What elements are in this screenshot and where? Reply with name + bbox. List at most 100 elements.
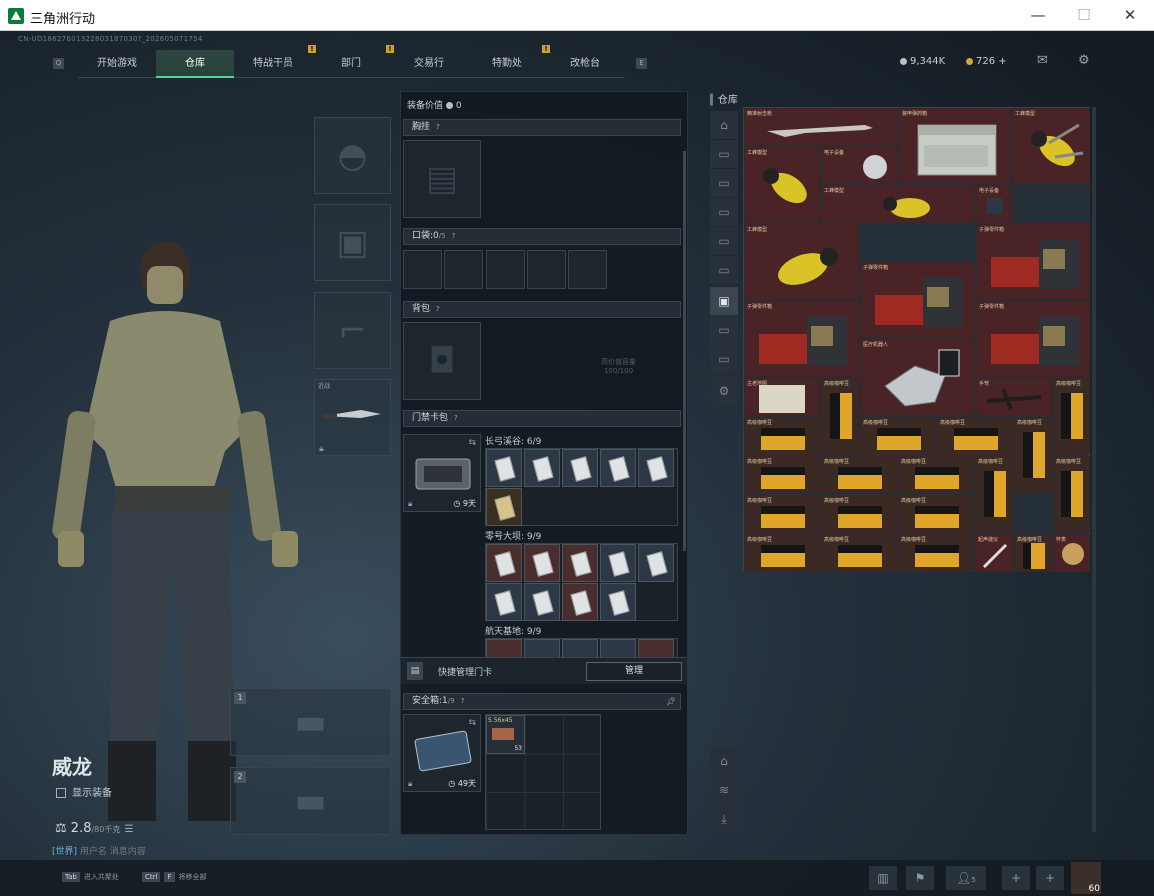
warehouse-item[interactable]: 高级咖啡豆	[898, 456, 974, 494]
warehouse-item[interactable]: 高级咖啡豆	[1053, 378, 1090, 454]
warehouse-tab-ammo[interactable]: ▭	[710, 198, 738, 226]
pocket-slot[interactable]	[568, 250, 607, 289]
list-icon[interactable]: ☰	[125, 824, 134, 835]
warehouse-layers-icon[interactable]: ≋	[710, 776, 738, 804]
tab-operators[interactable]: 特战干员!	[234, 45, 316, 78]
maximize-button[interactable]: ☐	[1061, 0, 1107, 31]
warehouse-item[interactable]: 装甲弹药箱	[899, 108, 1011, 184]
warehouse-tab-keys[interactable]: ▭	[710, 316, 738, 344]
warehouse-tab-misc[interactable]: ▭	[710, 345, 738, 373]
warehouse-item[interactable]: 高级咖啡豆	[744, 417, 820, 455]
tab-trading[interactable]: 交易行	[390, 50, 468, 78]
warehouse-item[interactable]: 工蜂模型	[744, 224, 859, 300]
settings-gear-icon[interactable]: ⚙	[1078, 53, 1090, 68]
tab-department[interactable]: 部门!	[312, 45, 394, 78]
warehouse-item[interactable]: 电子设备	[976, 185, 1011, 223]
help-icon[interactable]: ?	[436, 305, 440, 313]
warehouse-item[interactable]: 工蜂模型	[1012, 108, 1090, 184]
tab-special-ops[interactable]: 特勤处!	[468, 45, 550, 78]
pocket-slot[interactable]	[527, 250, 566, 289]
friends-icon[interactable]: 👤︎5	[946, 866, 986, 890]
warehouse-item[interactable]: 高级咖啡豆	[937, 417, 1013, 455]
keycard-item[interactable]	[600, 583, 636, 621]
secondary-weapon-slot[interactable]: 2 ▬	[230, 767, 391, 835]
helmet-slot[interactable]: ◓	[314, 117, 391, 194]
keycard-item[interactable]	[486, 639, 522, 657]
keycard-item[interactable]	[638, 639, 674, 657]
warehouse-item[interactable]: 起声波仪	[975, 534, 1013, 572]
hint-move-all[interactable]: Ctrl F 将移全部	[142, 872, 207, 882]
party-slot-add[interactable]: +	[1002, 866, 1030, 890]
keycard-item[interactable]	[524, 544, 560, 582]
safebox-slot[interactable]: ⇆ 🔒︎ ◷ 49天	[403, 714, 481, 792]
pistol-slot[interactable]: ⌐	[314, 292, 391, 369]
keycard-item[interactable]	[638, 544, 674, 582]
warehouse-scrollbar[interactable]	[1092, 107, 1096, 832]
keycard-case-slot[interactable]: ⇆ 🔒︎ ◷ 9天	[403, 434, 481, 512]
stats-chart-icon[interactable]: ▥	[869, 866, 897, 890]
warehouse-item[interactable]: 高级咖啡豆	[1014, 417, 1052, 493]
chat-line[interactable]: [世界] 用户名 消息内容	[52, 844, 146, 857]
keycard-item[interactable]	[600, 449, 636, 487]
warehouse-item[interactable]: 高级咖啡豆	[975, 456, 1013, 532]
warehouse-item[interactable]: 古老地图	[744, 378, 820, 416]
warehouse-tab-all[interactable]: ⌂	[710, 111, 738, 139]
party-slot-add[interactable]: +	[1036, 866, 1064, 890]
warehouse-item[interactable]: 高级咖啡豆	[821, 495, 897, 533]
warehouse-item[interactable]: 精准射击枪	[744, 108, 898, 146]
warehouse-item[interactable]: 医疗机器人	[860, 339, 975, 415]
warehouse-item[interactable]: 高级咖啡豆	[821, 378, 859, 454]
manage-button[interactable]: 管理	[586, 662, 682, 681]
tab-start-game[interactable]: 开始游戏	[78, 50, 156, 78]
warehouse-tab-medical[interactable]: ▭	[710, 227, 738, 255]
keycard-item[interactable]	[524, 449, 560, 487]
warehouse-item[interactable]: 高级咖啡豆	[860, 417, 936, 455]
armor-slot[interactable]: ▣	[314, 204, 391, 281]
warehouse-settings-gear-icon[interactable]: ⚙	[710, 377, 738, 405]
flag-icon[interactable]: ⚑	[906, 866, 934, 890]
pocket-slot[interactable]	[486, 250, 525, 289]
warehouse-expand-icon[interactable]: ⤓	[710, 805, 738, 833]
warehouse-tab-weapons[interactable]: ▭	[710, 140, 738, 168]
warehouse-item[interactable]: 高级咖啡豆	[898, 495, 974, 533]
warehouse-tab-armor[interactable]: ▭	[710, 169, 738, 197]
swap-icon[interactable]: ⇆	[468, 718, 476, 728]
warehouse-item[interactable]: 工蜂模型	[821, 185, 975, 223]
equipment-scrollbar[interactable]	[683, 151, 686, 551]
warehouse-item[interactable]: 高级咖啡豆	[744, 495, 820, 533]
keycard-item[interactable]	[600, 639, 636, 657]
keycard-item[interactable]	[562, 449, 598, 487]
swap-icon[interactable]: ⇆	[468, 438, 476, 448]
keycard-item[interactable]	[486, 544, 522, 582]
backpack-slot[interactable]: ◘	[403, 322, 481, 400]
warehouse-item[interactable]: 高级咖啡豆	[898, 534, 974, 572]
warehouse-item[interactable]: 手弩	[976, 378, 1052, 416]
help-icon[interactable]: ?	[454, 414, 458, 422]
player-avatar[interactable]: 60	[1071, 862, 1101, 894]
show-equipment-toggle[interactable]: 显示装备	[56, 784, 112, 799]
warehouse-item[interactable]: 工蜂模型	[744, 147, 820, 223]
warehouse-tab-collectibles[interactable]: ▣	[710, 287, 738, 315]
keycard-item[interactable]	[562, 639, 598, 657]
warehouse-item[interactable]: 高级咖啡豆	[1053, 456, 1090, 532]
hint-enter-area[interactable]: Tab 进入共聚处	[62, 872, 119, 882]
ammo-item[interactable]: 5.56x45 53	[486, 715, 525, 754]
help-icon[interactable]: ?	[452, 232, 456, 240]
pin-icon[interactable]: 📌︎	[666, 694, 676, 709]
keycard-item[interactable]	[524, 583, 560, 621]
mail-icon[interactable]: ✉	[1037, 53, 1048, 68]
help-icon[interactable]: ?	[461, 697, 465, 705]
warehouse-item[interactable]: 怀表	[1053, 534, 1090, 572]
keycard-item[interactable]	[600, 544, 636, 582]
keycard-item[interactable]	[562, 544, 598, 582]
minimize-button[interactable]: —	[1015, 0, 1061, 31]
gold-currency[interactable]: 726 +	[966, 56, 1007, 67]
warehouse-item[interactable]: 子弹零件箱	[860, 262, 975, 338]
keycard-item[interactable]	[486, 583, 522, 621]
warehouse-sort-icon[interactable]: ⌂	[710, 747, 738, 775]
warehouse-item[interactable]: 子弹零件箱	[976, 301, 1090, 377]
pocket-slot[interactable]	[444, 250, 483, 289]
keycard-item[interactable]	[638, 449, 674, 487]
chest-rig-slot[interactable]: ▤	[403, 140, 481, 218]
warehouse-item[interactable]: 高级咖啡豆	[821, 534, 897, 572]
